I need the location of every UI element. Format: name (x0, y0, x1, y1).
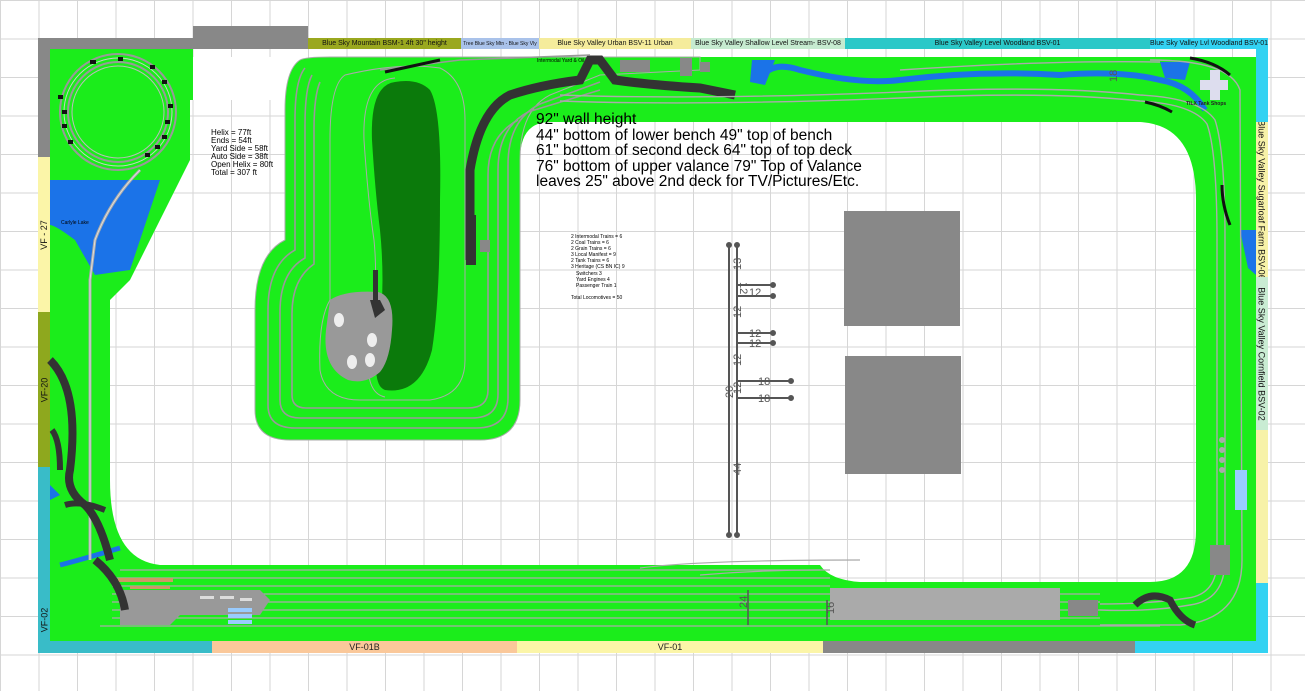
dim-12-b: 12 (737, 282, 749, 294)
dim-12-a: 12 (749, 287, 761, 299)
dim-18-a: 18 (758, 376, 770, 388)
length-line: Total = 307 ft (211, 167, 258, 177)
spec-line: 76" bottom of upper valance 79" Top of V… (536, 157, 862, 175)
dim-12-e: 12 (749, 338, 761, 350)
dim-44: 44 (732, 463, 744, 475)
room-block-lower (845, 356, 961, 474)
intermodal-yard (830, 588, 1060, 620)
tank-shops-label: TILX Tank Shops (1186, 101, 1227, 107)
roster-line: Total Locomotives = 50 (571, 294, 623, 301)
spec-line: 92" wall height (536, 111, 637, 128)
dim-12-c: 12 (732, 306, 744, 318)
roster-line: 3 Heritage (CS BN IC) 9 (571, 264, 625, 271)
dim-13: 13 (732, 258, 744, 270)
dim-12-f: 12 (732, 354, 744, 366)
track-lengths: Helix = 77ft Ends = 54ft Yard Side = 58f… (211, 129, 273, 176)
intermodal-label: Intermodal Yard & Oil (537, 58, 585, 64)
track-plan: 13 12 12 12 12 12 12 20 12 18 18 44 24 1… (47, 49, 1256, 641)
spec-line: 61" bottom of second deck 64" top of top… (536, 142, 853, 160)
dim-12-g: 12 (732, 382, 744, 394)
room-block-upper (844, 211, 960, 326)
carlyle-lake-label: Carlyle Lake (61, 220, 89, 226)
dim-18-top: 18 (1108, 70, 1120, 82)
spec-line: leaves 25" above 2nd deck for TV/Picture… (536, 173, 860, 191)
dim-18-b: 18 (758, 393, 770, 405)
height-specs: 92" wall height 44" bottom of lower benc… (536, 112, 862, 190)
spec-line: 44" bottom of lower bench 49" top of ben… (536, 126, 833, 144)
roster-line: Passenger Train 1 (576, 282, 617, 289)
train-roster: 2 Intermodal Trains = 6 2 Coal Trains = … (571, 234, 625, 301)
